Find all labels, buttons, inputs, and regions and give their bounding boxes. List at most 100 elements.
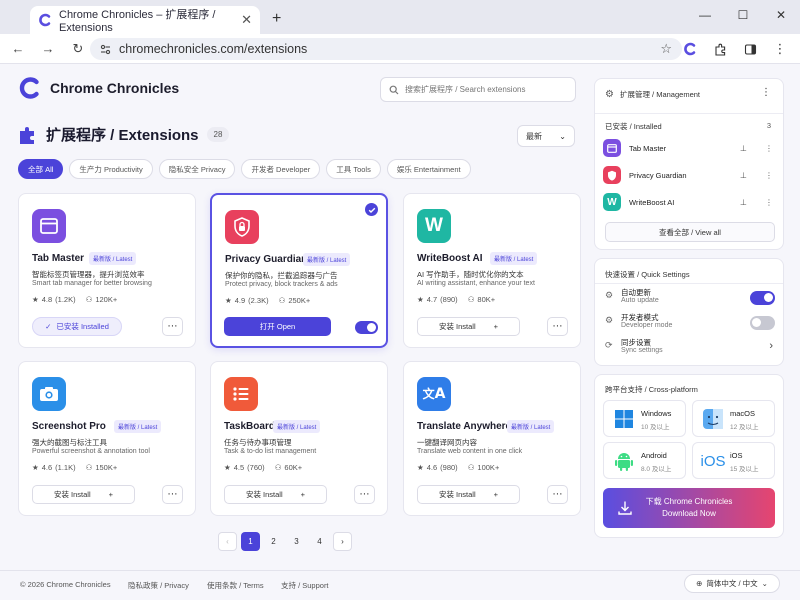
- extension-card-writeboost-ai[interactable]: W WriteBoost AI 最新版 / Latest AI 写作助手，随时优…: [403, 193, 581, 348]
- reload-icon[interactable]: ↻: [66, 37, 90, 61]
- terms-link[interactable]: 使用条款 / Terms: [207, 580, 264, 591]
- setting-sublabel: Developer mode: [621, 322, 673, 329]
- platform-macos[interactable]: macOS 12 及以上: [692, 400, 775, 437]
- view-all-button[interactable]: 查看全部 / View all: [605, 222, 775, 242]
- prev-page-icon[interactable]: ‹: [218, 532, 237, 551]
- privacy-link[interactable]: 隐私政策 / Privacy: [128, 580, 189, 591]
- open-button[interactable]: 打开 Open: [224, 317, 331, 336]
- close-window-icon[interactable]: ✕: [762, 0, 800, 30]
- platform-android[interactable]: Android 8.0 及以上: [603, 442, 686, 479]
- extension-card-tab-master[interactable]: Tab Master 最新版 / Latest 智能标签页管理器，提升浏览效率 …: [18, 193, 196, 348]
- install-button[interactable]: 安装 Install +: [417, 485, 520, 504]
- extension-stats: ★ 4.8 (1.2K) ⚇ 120K+: [32, 295, 117, 304]
- privacy-guardian-icon: [603, 166, 621, 184]
- installed-item-name: Privacy Guardian: [629, 170, 687, 180]
- filter-chip-tools[interactable]: 工具 Tools: [326, 159, 381, 179]
- address-bar[interactable]: chromechronicles.com/extensions ☆: [90, 38, 682, 60]
- page-2[interactable]: 2: [264, 532, 283, 551]
- user-count: 250K+: [288, 296, 311, 305]
- extension-name: Screenshot Pro: [32, 421, 106, 432]
- menu-kebab-icon[interactable]: ⋮: [768, 37, 792, 61]
- auto-update-toggle[interactable]: [750, 291, 775, 305]
- setting-sync[interactable]: ⟳ 同步设置 Sync settings ›: [605, 337, 775, 359]
- extension-card-taskboard[interactable]: TaskBoard 最新版 / Latest 任务与待办事项管理 Task & …: [210, 361, 388, 516]
- install-button[interactable]: 安装 Install +: [417, 317, 520, 336]
- pin-icon[interactable]: ⊥: [740, 198, 747, 207]
- site-info-icon[interactable]: [100, 44, 111, 55]
- minimize-icon[interactable]: —: [686, 0, 724, 30]
- pin-icon[interactable]: ⊥: [740, 171, 747, 180]
- new-tab-icon[interactable]: +: [272, 10, 281, 28]
- rating: 4.7: [426, 295, 438, 304]
- puzzle-title-icon: [18, 125, 38, 145]
- page-3[interactable]: 3: [287, 532, 306, 551]
- filter-chip-privacy[interactable]: 隐私安全 Privacy: [158, 159, 236, 179]
- installed-item-privacy-guardian[interactable]: Privacy Guardian: [603, 166, 687, 184]
- sort-dropdown[interactable]: 最新 ⌄: [517, 125, 575, 147]
- more-vert-icon[interactable]: ⋮: [765, 144, 773, 153]
- latest-badge: 最新版 / Latest: [507, 420, 555, 433]
- installed-item-tab-master[interactable]: Tab Master: [603, 139, 666, 157]
- favicon-icon: [38, 13, 52, 27]
- more-options-button[interactable]: ⋯: [547, 317, 568, 336]
- review-count: (980): [440, 463, 458, 472]
- more-options-button[interactable]: ⋯: [547, 485, 568, 504]
- next-page-icon[interactable]: ›: [333, 532, 352, 551]
- extension-card-privacy-guardian[interactable]: Privacy Guardian 最新版 / Latest 保护你的隐私，拦截追…: [210, 193, 388, 348]
- more-vert-icon[interactable]: ⋮: [765, 198, 773, 207]
- install-label: 安装 Install: [438, 490, 476, 499]
- installed-button[interactable]: ✓ 已安装 Installed: [32, 317, 122, 336]
- rating: 4.8: [41, 295, 53, 304]
- extension-card-screenshot-pro[interactable]: Screenshot Pro 最新版 / Latest 强大的截图与标注工具 P…: [18, 361, 196, 516]
- platform-windows[interactable]: Windows 10 及以上: [603, 400, 686, 437]
- translate-icon: 文A: [417, 377, 451, 411]
- filter-chip-productivity[interactable]: 生产力 Productivity: [69, 159, 153, 179]
- extension-name: WriteBoost AI: [417, 253, 483, 264]
- installed-item-writeboost-ai[interactable]: W WriteBoost AI: [603, 193, 674, 211]
- maximize-icon[interactable]: ☐: [724, 0, 762, 30]
- filter-chip-all[interactable]: 全部 All: [18, 159, 64, 179]
- more-options-button[interactable]: ⋯: [162, 317, 183, 336]
- more-options-button[interactable]: ⋯: [162, 485, 183, 504]
- user-count: 150K+: [95, 463, 118, 472]
- support-link[interactable]: 支持 / Support: [281, 580, 329, 591]
- filter-chip-entertainment[interactable]: 娱乐 Entertainment: [386, 159, 471, 179]
- ios-icon: iOS: [700, 452, 726, 470]
- brand[interactable]: Chrome Chronicles: [18, 76, 179, 100]
- extensions-puzzle-icon[interactable]: [708, 37, 732, 61]
- review-count: (760): [247, 463, 265, 472]
- enable-toggle[interactable]: [355, 321, 378, 334]
- extension-stats: ★ 4.7 (890) ⚇ 80K+: [417, 295, 495, 304]
- gear-icon: ⚙: [605, 290, 614, 300]
- forward-icon[interactable]: →: [36, 37, 60, 61]
- platform-ios[interactable]: iOS iOS 15 及以上: [692, 442, 775, 479]
- management-menu-icon[interactable]: ⋮: [761, 87, 771, 98]
- developer-mode-toggle[interactable]: [750, 316, 775, 330]
- pin-icon[interactable]: ⊥: [740, 144, 747, 153]
- latest-badge: 最新版 / Latest: [490, 252, 538, 265]
- cross-platform-title: 跨平台支持 / Cross-platform: [605, 385, 698, 394]
- search-box[interactable]: [380, 77, 576, 102]
- setting-developer-mode[interactable]: ⚙ 开发者模式 Developer mode: [605, 312, 775, 334]
- search-input[interactable]: [405, 85, 565, 94]
- download-button[interactable]: 下载 Chrome Chronicles Download Now: [603, 488, 775, 528]
- setting-auto-update[interactable]: ⚙ 自动更新 Auto update: [605, 287, 775, 309]
- page-4[interactable]: 4: [310, 532, 329, 551]
- page-1[interactable]: 1: [241, 532, 260, 551]
- back-icon[interactable]: ←: [6, 37, 30, 61]
- task-list-icon: [224, 377, 258, 411]
- more-vert-icon[interactable]: ⋮: [765, 171, 773, 180]
- chronicles-extension-icon[interactable]: [678, 37, 702, 61]
- extension-card-translate-anywhere[interactable]: 文A Translate Anywhere 最新版 / Latest 一键翻译网…: [403, 361, 581, 516]
- bookmark-star-icon[interactable]: ☆: [660, 41, 672, 57]
- install-button[interactable]: 安装 Install +: [224, 485, 327, 504]
- side-panel-icon[interactable]: [738, 37, 762, 61]
- user-count: 80K+: [477, 295, 496, 304]
- filter-chip-developer[interactable]: 开发者 Developer: [241, 159, 321, 179]
- browser-tab[interactable]: Chrome Chronicles – 扩展程序 / Extensions ✕: [30, 6, 260, 34]
- more-options-button[interactable]: ⋯: [354, 485, 375, 504]
- install-button[interactable]: 安装 Install +: [32, 485, 135, 504]
- close-tab-icon[interactable]: ✕: [241, 12, 252, 28]
- review-count: (1.1K): [55, 463, 76, 472]
- language-selector[interactable]: ⊕ 简体中文 / 中文 ⌄: [684, 574, 780, 593]
